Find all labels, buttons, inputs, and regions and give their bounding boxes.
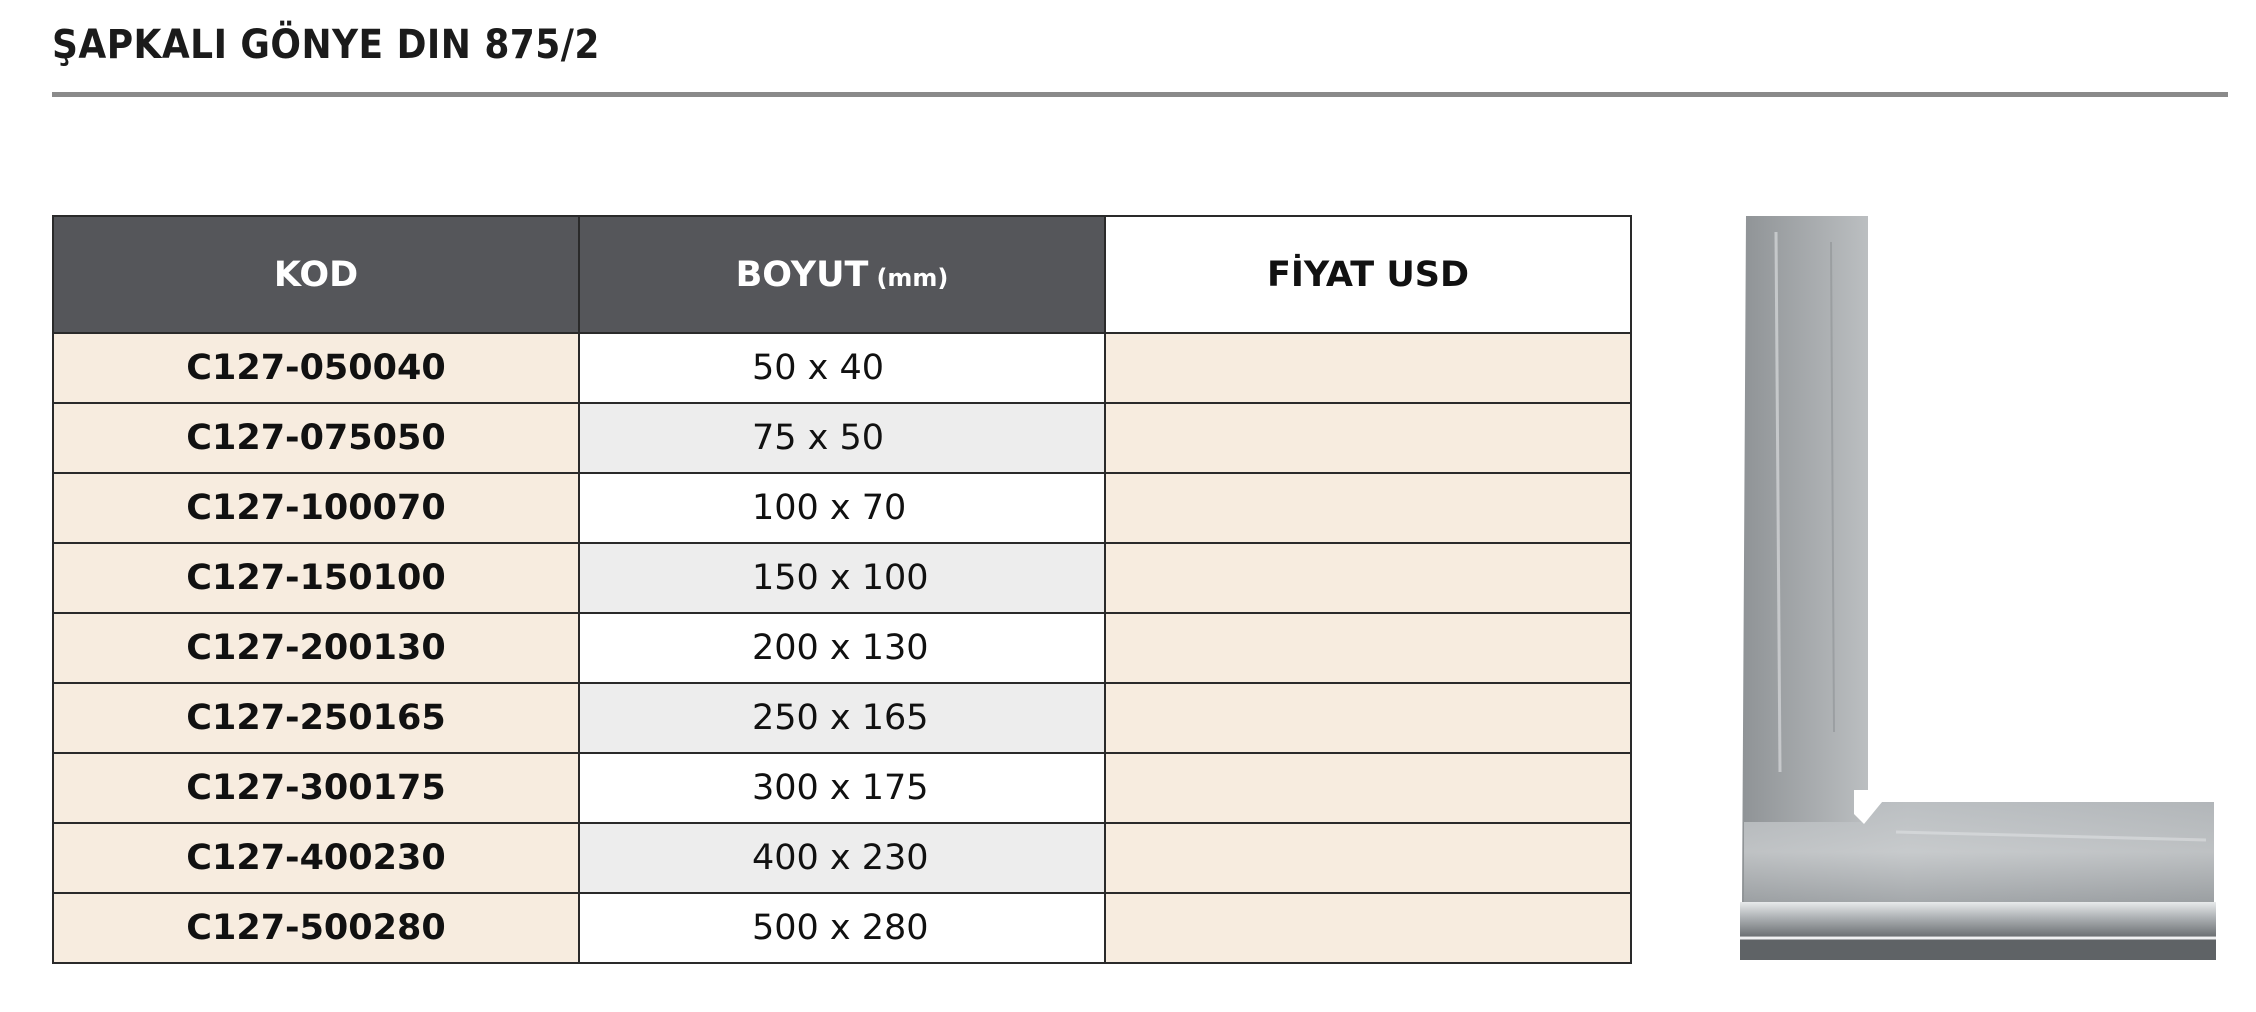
steel-square-image bbox=[1740, 216, 2216, 960]
price-cell bbox=[1104, 822, 1632, 894]
price-cell bbox=[1104, 612, 1632, 684]
table-row: C127-500280 500 x 280 bbox=[52, 892, 1632, 964]
price-cell bbox=[1104, 332, 1632, 404]
table-row: C127-250165 250 x 165 bbox=[52, 682, 1632, 754]
code-cell: C127-050040 bbox=[52, 332, 580, 404]
table-row: C127-200130 200 x 130 bbox=[52, 612, 1632, 684]
size-value: 500 x 280 bbox=[752, 908, 929, 948]
title-divider bbox=[52, 92, 2228, 97]
price-cell bbox=[1104, 682, 1632, 754]
price-table: KOD BOYUT (mm) FİYAT USD C127-050040 50 x… bbox=[52, 215, 1632, 964]
header-size-label: BOYUT bbox=[735, 254, 869, 295]
square-vertical-blade bbox=[1742, 216, 2214, 902]
size-value: 400 x 230 bbox=[752, 838, 929, 878]
size-cell: 400 x 230 bbox=[578, 822, 1106, 894]
header-size: BOYUT (mm) bbox=[578, 215, 1106, 334]
table-header-row: KOD BOYUT (mm) FİYAT USD bbox=[52, 215, 1632, 334]
code-cell: C127-200130 bbox=[52, 612, 580, 684]
code-cell: C127-500280 bbox=[52, 892, 580, 964]
header-price: FİYAT USD bbox=[1104, 215, 1632, 334]
size-value: 50 x 40 bbox=[752, 348, 885, 388]
table-row: C127-075050 75 x 50 bbox=[52, 402, 1632, 474]
size-value: 100 x 70 bbox=[752, 488, 907, 528]
size-cell: 500 x 280 bbox=[578, 892, 1106, 964]
size-cell: 200 x 130 bbox=[578, 612, 1106, 684]
price-cell bbox=[1104, 472, 1632, 544]
size-cell: 100 x 70 bbox=[578, 472, 1106, 544]
code-cell: C127-075050 bbox=[52, 402, 580, 474]
square-stock bbox=[1740, 902, 2216, 936]
size-cell: 250 x 165 bbox=[578, 682, 1106, 754]
code-cell: C127-300175 bbox=[52, 752, 580, 824]
price-cell bbox=[1104, 752, 1632, 824]
code-cell: C127-150100 bbox=[52, 542, 580, 614]
price-cell bbox=[1104, 542, 1632, 614]
table-row: C127-100070 100 x 70 bbox=[52, 472, 1632, 544]
size-value: 150 x 100 bbox=[752, 558, 929, 598]
header-size-unit: (mm) bbox=[876, 263, 949, 292]
table-row: C127-050040 50 x 40 bbox=[52, 332, 1632, 404]
header-code-label: KOD bbox=[273, 254, 359, 295]
code-cell: C127-400230 bbox=[52, 822, 580, 894]
size-cell: 50 x 40 bbox=[578, 332, 1106, 404]
header-code: KOD bbox=[52, 215, 580, 334]
header-price-label: FİYAT USD bbox=[1266, 254, 1470, 295]
size-value: 250 x 165 bbox=[752, 698, 929, 738]
size-value: 200 x 130 bbox=[752, 628, 929, 668]
price-cell bbox=[1104, 402, 1632, 474]
table-row: C127-400230 400 x 230 bbox=[52, 822, 1632, 894]
table-row: C127-300175 300 x 175 bbox=[52, 752, 1632, 824]
size-cell: 300 x 175 bbox=[578, 752, 1106, 824]
code-cell: C127-250165 bbox=[52, 682, 580, 754]
table-row: C127-150100 150 x 100 bbox=[52, 542, 1632, 614]
size-cell: 75 x 50 bbox=[578, 402, 1106, 474]
price-cell bbox=[1104, 892, 1632, 964]
page-title: ŞAPKALI GÖNYE DIN 875/2 bbox=[52, 22, 600, 68]
code-cell: C127-100070 bbox=[52, 472, 580, 544]
size-cell: 150 x 100 bbox=[578, 542, 1106, 614]
size-value: 75 x 50 bbox=[752, 418, 885, 458]
size-value: 300 x 175 bbox=[752, 768, 929, 808]
